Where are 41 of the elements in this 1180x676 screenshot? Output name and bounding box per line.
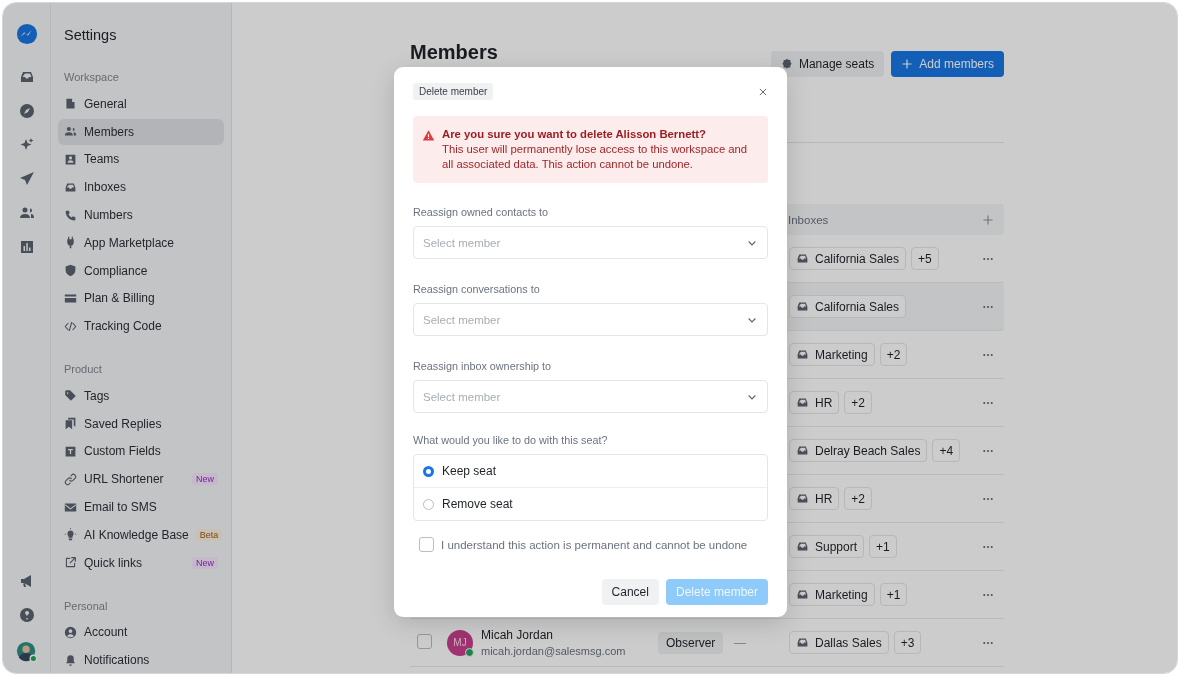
column-header: Inboxes [788,213,829,226]
inbox-chip: Marketing [789,343,875,366]
field-label: What would you like to do with this seat? [413,434,609,447]
count-chip: +2 [879,343,908,366]
field-label: Reassign owned contacts to [413,206,550,219]
option-label: Keep seat [442,464,497,479]
page-title: Members [410,41,498,63]
member-name: Micah Jordan [481,628,555,642]
count-chip: +2 [844,391,873,414]
option-label: Remove seat [442,497,513,512]
sidebar-title: Settings [63,27,118,43]
member-email: micah.jordan@salesmsg.com [481,645,626,657]
section-heading: Product [63,363,103,376]
count-chip: +4 [932,439,961,462]
badge: Beta [195,528,223,541]
checkbox-label: I understand this action is permanent and cannot be undone [441,538,748,551]
badge: New [192,556,218,569]
inbox-chip: Dallas Sales [789,631,889,654]
count-chip: +5 [911,247,939,270]
inbox-chip: Marketing [789,583,875,606]
field-label: Reassign inbox ownership to [413,360,553,373]
inbox-chip: Support [789,535,865,558]
count-chip: +1 [869,535,897,558]
inbox-chip: California Sales [789,295,907,318]
section-heading: Workspace [63,71,120,83]
count-chip: +2 [844,487,873,510]
alert-title: Are you sure you want to delete Alisson Bernett? [442,128,707,140]
count-chip: +3 [893,631,922,654]
role-tag: Observer [658,631,724,654]
inbox-chip: HR [789,487,840,510]
team-cell: — [734,635,746,650]
count-chip: +1 [879,583,908,606]
badge: New [192,473,218,486]
dialog-tag: Delete member [413,83,494,100]
section-heading: Personal [63,599,109,612]
inbox-chip: California Sales [789,247,907,270]
field-label: Reassign conversations to [413,283,541,296]
alert-message: This user will permanently lose access to this workspace and all associated data. This action cannot be undone. [442,142,749,172]
inbox-chip: Delray Beach Sales [789,439,928,462]
inbox-chip: HR [789,391,840,414]
member-avatar: MJ [447,629,473,656]
